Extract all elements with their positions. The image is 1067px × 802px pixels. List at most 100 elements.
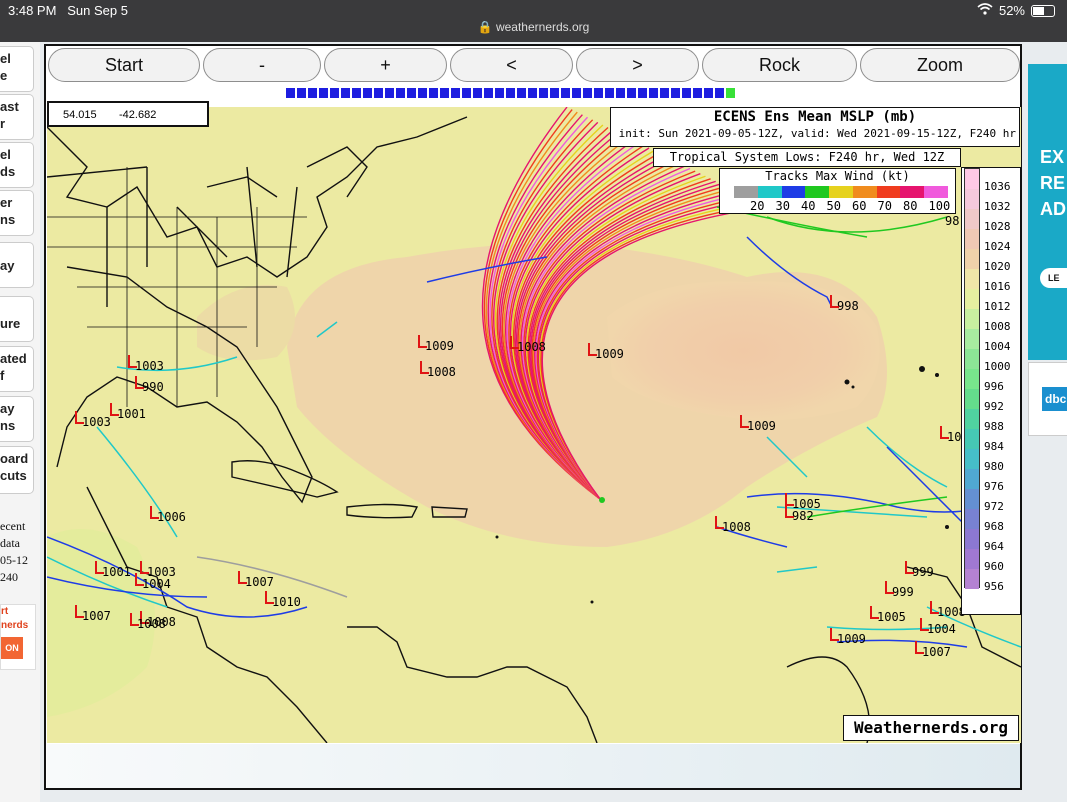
frame-square[interactable]: [407, 88, 416, 98]
frame-square[interactable]: [308, 88, 317, 98]
ad-logo-box[interactable]: dbc: [1028, 362, 1067, 436]
sidebar-item-feature[interactable]: ure: [0, 296, 34, 342]
forecast-map[interactable]: 1009 1008 1008 1009 998 1003 990 1001 1003 1009 10…: [46, 106, 1022, 744]
frame-square[interactable]: [429, 88, 438, 98]
step-minus-button[interactable]: -: [203, 48, 321, 82]
frame-square[interactable]: [539, 88, 548, 98]
pressure-color-strip: [964, 168, 980, 589]
sidebar-item-model-fields[interactable]: el ds: [0, 142, 34, 188]
pressure-label: 1032: [984, 200, 1011, 213]
frame-square[interactable]: [341, 88, 350, 98]
support-button[interactable]: ON: [1, 637, 23, 659]
frame-square[interactable]: [726, 88, 735, 98]
low-pressure-label: 1007: [245, 575, 274, 589]
ad-button[interactable]: LE: [1040, 268, 1067, 288]
frame-square[interactable]: [440, 88, 449, 98]
frame-square[interactable]: [473, 88, 482, 98]
frame-square[interactable]: [605, 88, 614, 98]
sidebar-item-other-domains[interactable]: er ns: [0, 190, 34, 236]
frame-square[interactable]: [638, 88, 647, 98]
pressure-label: 1016: [984, 280, 1011, 293]
low-pressure-label: 1003: [147, 565, 176, 579]
frame-square[interactable]: [671, 88, 680, 98]
sidebar-item-display[interactable]: ay: [0, 242, 34, 288]
frame-square[interactable]: [627, 88, 636, 98]
sidebar-item-model-type[interactable]: el e: [0, 46, 34, 92]
footer-area: [47, 744, 1020, 788]
frame-square[interactable]: [352, 88, 361, 98]
zoom-button[interactable]: Zoom: [860, 48, 1020, 82]
pressure-swatch: [965, 569, 979, 589]
frame-square[interactable]: [572, 88, 581, 98]
frame-progress[interactable]: [286, 88, 735, 98]
start-button[interactable]: Start: [48, 48, 200, 82]
pressure-label: 1028: [984, 220, 1011, 233]
frame-square[interactable]: [385, 88, 394, 98]
sidebar-item-animated[interactable]: ated f: [0, 346, 34, 392]
frame-square[interactable]: [594, 88, 603, 98]
longitude-value: -42.682: [119, 109, 157, 121]
ad-logo: dbc: [1042, 387, 1067, 411]
frame-square[interactable]: [297, 88, 306, 98]
rock-button[interactable]: Rock: [702, 48, 857, 82]
frame-square[interactable]: [495, 88, 504, 98]
frame-square[interactable]: [418, 88, 427, 98]
frame-square[interactable]: [462, 88, 471, 98]
low-pressure-label: 1008: [517, 340, 546, 354]
frame-square[interactable]: [363, 88, 372, 98]
low-pressure-label: 998: [837, 299, 859, 313]
battery-icon: [1031, 4, 1055, 17]
sidebar-item-label: ast r: [0, 99, 19, 131]
frame-square[interactable]: [583, 88, 592, 98]
frame-square[interactable]: [561, 88, 570, 98]
sidebar-item-keyboard-shortcuts[interactable]: oard cuts: [0, 446, 34, 494]
pressure-label: 976: [984, 480, 1004, 493]
pressure-swatch: [965, 349, 979, 369]
low-pressure-label: 1004: [142, 577, 171, 591]
frame-square[interactable]: [660, 88, 669, 98]
latitude-value: 54.015: [63, 109, 97, 121]
frame-square[interactable]: [704, 88, 713, 98]
frame-square[interactable]: [517, 88, 526, 98]
pressure-label: 1024: [984, 240, 1011, 253]
pressure-swatch: [965, 189, 979, 209]
sidebar-item-display-options[interactable]: ay ns: [0, 396, 34, 442]
frame-square[interactable]: [374, 88, 383, 98]
next-frame-button[interactable]: >: [576, 48, 699, 82]
pressure-swatch: [965, 249, 979, 269]
frame-square[interactable]: [682, 88, 691, 98]
sidebar-item-forecast[interactable]: ast r: [0, 94, 34, 140]
frame-square[interactable]: [616, 88, 625, 98]
low-pressure-label: 1007: [922, 645, 951, 659]
pressure-label: 984: [984, 440, 1004, 453]
frame-square[interactable]: [396, 88, 405, 98]
frame-square[interactable]: [319, 88, 328, 98]
pressure-label: 968: [984, 520, 1004, 533]
pressure-colorbar: 1036 1032 1028 1024 1020 1016 1012 1008 1004 1000…: [961, 167, 1021, 615]
frame-square[interactable]: [550, 88, 559, 98]
pressure-label: 1012: [984, 300, 1011, 313]
low-pressure-label: 1004: [927, 622, 956, 636]
pressure-label: 956: [984, 580, 1004, 593]
coordinate-readout: 54.015 -42.682: [47, 101, 209, 127]
storm-origin-marker: [599, 497, 605, 503]
frame-square[interactable]: [330, 88, 339, 98]
prev-frame-button[interactable]: <: [450, 48, 573, 82]
low-pressure-label: 1006: [157, 510, 186, 524]
frame-square[interactable]: [451, 88, 460, 98]
legend-label: 60: [852, 199, 867, 213]
watermark: Weathernerds.org: [843, 715, 1019, 741]
frame-square[interactable]: [286, 88, 295, 98]
sidebar-item-label: ay: [0, 258, 15, 273]
url-bar[interactable]: 🔒 weathernerds.org: [0, 20, 1067, 34]
frame-square[interactable]: [715, 88, 724, 98]
frame-square[interactable]: [528, 88, 537, 98]
step-plus-button[interactable]: +: [324, 48, 447, 82]
frame-square[interactable]: [506, 88, 515, 98]
advertisement[interactable]: EX RE AD LE: [1028, 64, 1067, 360]
frame-square[interactable]: [693, 88, 702, 98]
battery-percent: 52%: [998, 3, 1025, 18]
frame-square[interactable]: [484, 88, 493, 98]
pressure-label: 1008: [984, 320, 1011, 333]
frame-square[interactable]: [649, 88, 658, 98]
